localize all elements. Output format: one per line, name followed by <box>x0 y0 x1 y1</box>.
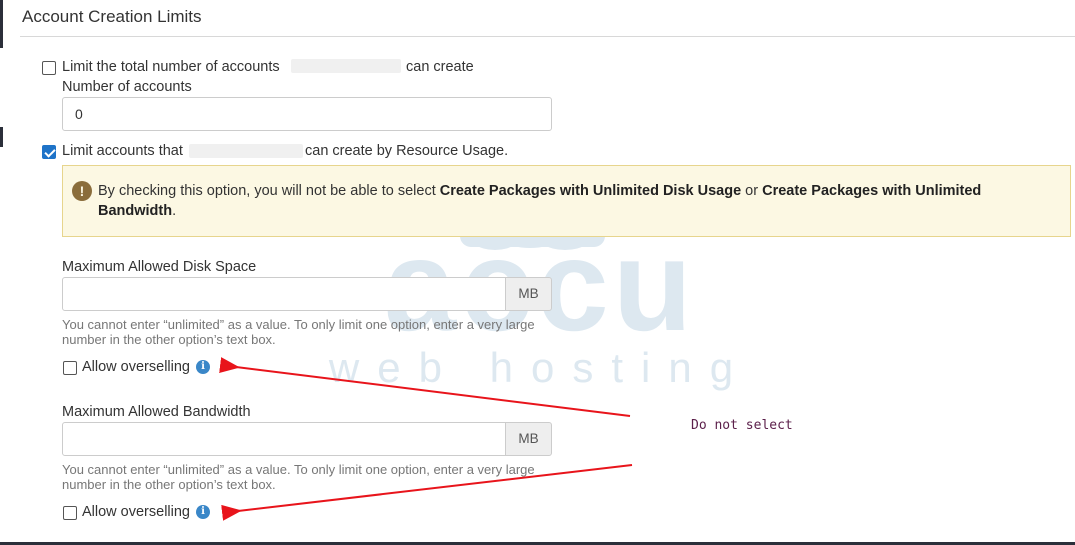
limit-resources-label-suffix: can create by Resource Usage. <box>305 143 509 159</box>
disk-space-help: You cannot enter “unlimited” as a value.… <box>62 317 535 347</box>
redacted-username <box>291 59 401 73</box>
limit-resources-label: Limit accounts that <box>62 143 183 159</box>
limit-total-checkbox[interactable] <box>42 61 56 75</box>
arrow-to-disk-overselling <box>219 357 631 417</box>
warning-text: By checking this option, you will not be… <box>98 183 982 219</box>
warning-bold-disk: Create Packages with Unlimited Disk Usag… <box>439 183 742 199</box>
bandwidth-overselling-checkbox[interactable] <box>63 506 77 520</box>
info-icon[interactable]: i <box>196 360 210 374</box>
limit-resources-checkbox[interactable] <box>42 145 56 159</box>
limit-total-label: Limit the total number of accounts <box>62 59 280 75</box>
bandwidth-input[interactable] <box>62 422 506 456</box>
number-of-accounts-label: Number of accounts <box>62 79 192 95</box>
disk-space-label: Maximum Allowed Disk Space <box>62 259 257 275</box>
disk-space-unit: MB <box>505 277 552 311</box>
section-divider <box>20 36 1075 37</box>
left-edge-bar <box>0 0 3 48</box>
watermark-tagline: web hosting <box>328 344 751 391</box>
number-of-accounts-input[interactable]: 0 <box>62 97 552 131</box>
disk-overselling-label: Allow overselling <box>82 359 190 375</box>
info-icon[interactable]: i <box>196 505 210 519</box>
annotation-text: Do not select <box>691 418 793 433</box>
warning-alert: ! By checking this option, you will not … <box>62 165 1071 237</box>
bandwidth-overselling-label: Allow overselling <box>82 504 190 520</box>
section-title: Account Creation Limits <box>22 7 202 26</box>
bandwidth-help: You cannot enter “unlimited” as a value.… <box>62 462 535 492</box>
bandwidth-label: Maximum Allowed Bandwidth <box>62 404 251 420</box>
limit-total-label-suffix: can create <box>406 59 474 75</box>
redacted-username <box>189 144 303 158</box>
bandwidth-unit: MB <box>505 422 552 456</box>
disk-space-input[interactable] <box>62 277 506 311</box>
left-edge-bar <box>0 127 3 147</box>
exclamation-icon: ! <box>72 181 92 201</box>
disk-overselling-checkbox[interactable] <box>63 361 77 375</box>
